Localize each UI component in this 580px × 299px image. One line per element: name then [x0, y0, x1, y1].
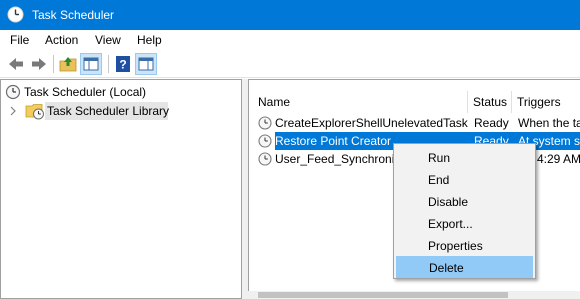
toolbar: ? [0, 50, 580, 78]
column-header-triggers[interactable]: Triggers [517, 91, 561, 113]
task-scheduler-clock-icon [7, 6, 24, 23]
context-menu-properties[interactable]: Properties [396, 235, 533, 257]
window-title: Task Scheduler [32, 8, 115, 22]
menu-item-label: Export... [428, 217, 473, 231]
show-hide-action-pane-icon[interactable] [135, 53, 157, 75]
clock-icon [5, 84, 21, 100]
horizontal-scrollbar[interactable] [248, 291, 580, 299]
menu-bar: File Action View Help [0, 30, 580, 50]
context-menu-disable[interactable]: Disable [396, 191, 533, 213]
context-menu-run[interactable]: Run [396, 147, 533, 169]
back-icon[interactable] [5, 53, 27, 75]
menu-item-label: End [428, 173, 450, 187]
chevron-right-icon[interactable] [9, 106, 17, 116]
clock-icon [258, 134, 272, 148]
context-menu-delete[interactable]: Delete [396, 256, 533, 278]
task-status: Ready [474, 116, 509, 130]
task-triggers: When the ta [518, 116, 580, 130]
menu-item-label: Properties [428, 239, 483, 253]
forward-icon[interactable] [28, 53, 50, 75]
menu-item-label: Disable [428, 195, 469, 209]
column-header-name[interactable]: Name [258, 91, 290, 113]
help-icon[interactable]: ? [112, 53, 134, 75]
tree-item-task-scheduler-library[interactable]: Task Scheduler Library [1, 101, 241, 121]
svg-text:?: ? [119, 58, 126, 72]
toolbar-separator [53, 55, 54, 73]
tree-item-label: Task Scheduler Library [47, 104, 170, 118]
menu-action[interactable]: Action [45, 33, 78, 47]
context-menu-export[interactable]: Export... [396, 213, 533, 235]
task-name: CreateExplorerShellUnelevatedTask [275, 116, 468, 130]
title-bar: Task Scheduler [0, 0, 580, 30]
menu-item-label: Run [428, 151, 451, 165]
column-divider[interactable] [467, 91, 468, 113]
context-menu: Run End Disable Export... Properties Del… [393, 143, 536, 279]
scrollbar-thumb[interactable] [258, 292, 508, 298]
up-folder-icon[interactable] [57, 53, 79, 75]
tree-item-task-scheduler-local[interactable]: Task Scheduler (Local) [1, 82, 241, 102]
menu-file[interactable]: File [10, 33, 29, 47]
clock-icon [258, 152, 272, 166]
column-header-status[interactable]: Status [473, 91, 507, 113]
menu-view[interactable]: View [95, 33, 121, 47]
clock-icon [258, 116, 272, 130]
tree-item-label: Task Scheduler (Local) [24, 85, 147, 99]
task-triggers: 4:29 AM e [537, 152, 580, 166]
context-menu-end[interactable]: End [396, 169, 533, 191]
folder-clock-icon [25, 104, 44, 120]
navigation-tree-pane: Task Scheduler (Local) Task Scheduler Li… [0, 79, 242, 299]
table-row[interactable]: CreateExplorerShellUnelevatedTask Ready … [253, 114, 580, 132]
toolbar-separator [108, 55, 109, 73]
menu-help[interactable]: Help [137, 33, 162, 47]
column-divider[interactable] [511, 91, 512, 113]
show-hide-tree-icon[interactable] [80, 53, 102, 75]
menu-item-label: Delete [429, 261, 464, 275]
